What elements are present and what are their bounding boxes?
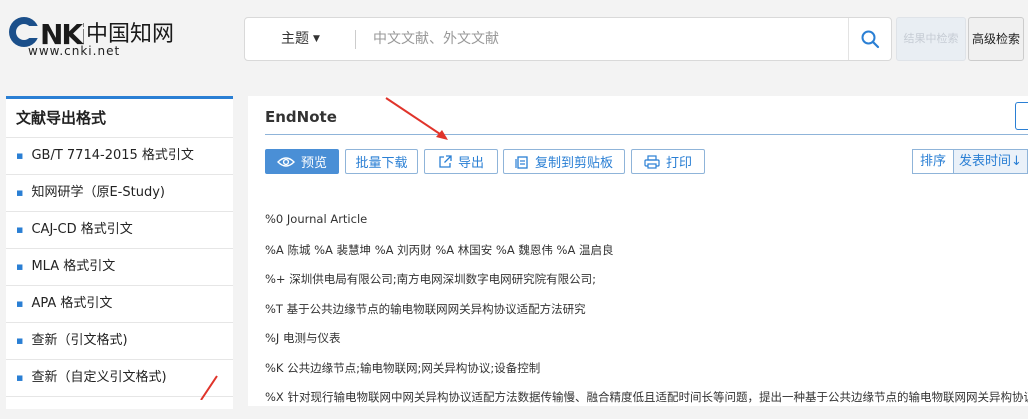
citation-content: %0 Journal Article %A 陈城 %A 裴慧坤 %A 刘丙财 %… bbox=[265, 212, 1028, 419]
bullet-icon: ▪ bbox=[16, 260, 24, 273]
bullet-icon: ▪ bbox=[16, 371, 24, 384]
advanced-search-button[interactable]: 高级检索 bbox=[968, 17, 1024, 61]
sidebar-item-label: MLA 格式引文 bbox=[31, 259, 116, 274]
citation-line: %K 公共边缘节点;输电物联网;网关异构协议;设备控制 bbox=[265, 360, 541, 375]
annotation-arrow-export bbox=[385, 97, 448, 140]
sidebar-item-label: 知网研学（原E-Study) bbox=[31, 185, 165, 200]
print-label: 打印 bbox=[665, 156, 692, 171]
sidebar-item-label: 查新（引文格式) bbox=[31, 333, 128, 348]
search-icon bbox=[861, 30, 880, 49]
batch-download-label: 批量下载 bbox=[355, 156, 408, 171]
export-button[interactable]: 导出 bbox=[424, 149, 498, 174]
copy-to-clipboard-button[interactable]: 复制到剪贴板 bbox=[503, 149, 625, 174]
citation-line: %T 基于公共边缘节点的输电物联网网关异构协议适配方法研究 bbox=[265, 301, 586, 316]
search-input[interactable]: 中文文献、外文文献 bbox=[373, 18, 499, 60]
preview-label: 预览 bbox=[300, 156, 327, 171]
sidebar-item-gbt7714[interactable]: ▪ GB/T 7714-2015 格式引文 bbox=[6, 138, 233, 175]
corner-tab[interactable] bbox=[1015, 102, 1028, 130]
sidebar-item-label: 查新（自定义引文格式) bbox=[31, 370, 167, 385]
sidebar-item-label: GB/T 7714-2015 格式引文 bbox=[31, 148, 194, 163]
bullet-icon: ▪ bbox=[16, 297, 24, 310]
search-field-label: 主题 bbox=[281, 31, 309, 47]
preview-button[interactable]: 预览 bbox=[265, 149, 339, 174]
sidebar-item-label: CAJ-CD 格式引文 bbox=[31, 222, 133, 237]
citation-line: %A 陈城 %A 裴慧坤 %A 刘丙财 %A 林国安 %A 魏恩伟 %A 温启良 bbox=[265, 242, 614, 257]
sort-by-date-button[interactable]: 发表时间↓ bbox=[953, 149, 1028, 174]
sort-by-label: 发表时间 bbox=[959, 154, 1012, 169]
chevron-down-icon: ▼ bbox=[313, 34, 320, 44]
sort-label: 排序 bbox=[912, 149, 954, 174]
sidebar-item-novelty-citation[interactable]: ▪ 查新（引文格式) bbox=[6, 323, 233, 360]
clipboard-icon bbox=[515, 155, 528, 169]
sidebar-title: 文献导出格式 bbox=[6, 99, 233, 138]
search-within-results-button[interactable]: 结果中检索 bbox=[896, 17, 966, 61]
annotation-arrow-sidebar bbox=[200, 375, 218, 400]
bullet-icon: ▪ bbox=[16, 223, 24, 236]
logo-url: www.cnki.net bbox=[28, 44, 121, 58]
top-header: NKi 中国知网 www.cnki.net 主题 ▼ 中文文献、外文文献 结果中检… bbox=[0, 0, 1028, 78]
cnki-logo[interactable]: NKi 中国知网 www.cnki.net bbox=[8, 14, 178, 62]
format-title: EndNote bbox=[265, 108, 337, 126]
citation-line: %+ 深圳供电局有限公司;南方电网深圳数字电网研究院有限公司; bbox=[265, 272, 596, 286]
search-divider bbox=[355, 30, 356, 49]
sidebar-item-label: APA 格式引文 bbox=[31, 296, 113, 311]
search-box: 主题 ▼ 中文文献、外文文献 bbox=[244, 17, 892, 61]
citation-line: %J 电测与仪表 bbox=[265, 331, 341, 345]
export-format-sidebar: 文献导出格式 ▪ GB/T 7714-2015 格式引文 ▪ 知网研学（原E-Stu… bbox=[6, 96, 233, 409]
print-button[interactable]: 打印 bbox=[631, 149, 705, 174]
arrow-down-icon: ↓ bbox=[1011, 154, 1022, 169]
bullet-icon: ▪ bbox=[16, 334, 24, 347]
export-panel: EndNote 预览 批量下载 导出 复制到剪贴板 打印 排序 发表时间↓ %0… bbox=[248, 96, 1028, 406]
search-field-select[interactable]: 主题 ▼ bbox=[281, 18, 320, 60]
citation-line: %X 针对现行输电物联网中网关异构协议适配方法数据传输慢、融合精度低且适配时间长… bbox=[265, 390, 1028, 404]
search-button[interactable] bbox=[848, 18, 891, 60]
eye-icon bbox=[276, 156, 295, 167]
batch-download-button[interactable]: 批量下载 bbox=[345, 149, 418, 174]
sidebar-item-apa[interactable]: ▪ APA 格式引文 bbox=[6, 286, 233, 323]
citation-line: %0 Journal Article bbox=[265, 212, 368, 226]
sidebar-item-cajcd[interactable]: ▪ CAJ-CD 格式引文 bbox=[6, 212, 233, 249]
bullet-icon: ▪ bbox=[16, 149, 24, 162]
printer-icon bbox=[644, 154, 660, 169]
export-label: 导出 bbox=[457, 156, 484, 171]
bullet-icon: ▪ bbox=[16, 186, 24, 199]
export-icon bbox=[439, 154, 452, 168]
sidebar-item-estudy[interactable]: ▪ 知网研学（原E-Study) bbox=[6, 175, 233, 212]
sidebar-item-mla[interactable]: ▪ MLA 格式引文 bbox=[6, 249, 233, 286]
copy-label: 复制到剪贴板 bbox=[534, 156, 613, 171]
